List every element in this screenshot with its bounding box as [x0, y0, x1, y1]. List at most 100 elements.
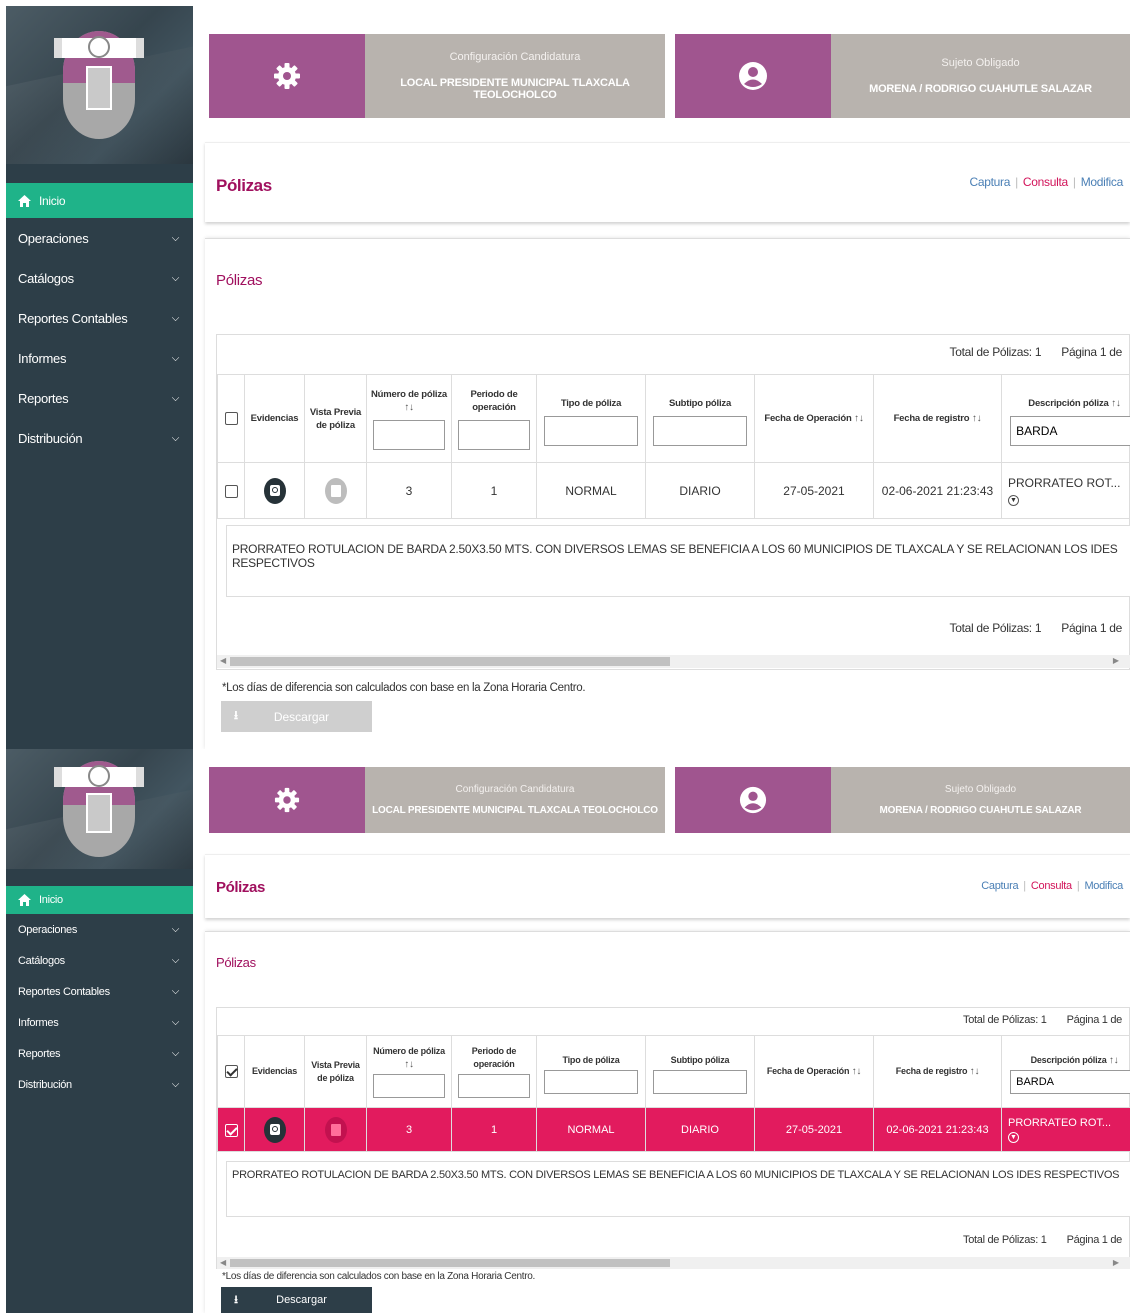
scroll-left-icon[interactable]: ◀ [220, 656, 226, 665]
chevron-down-icon: ⌵ [171, 1017, 180, 1028]
row-checkbox[interactable] [224, 484, 238, 498]
chevron-down-icon: ⌵ [171, 232, 180, 244]
periodo-filter-input[interactable] [458, 419, 530, 450]
sidebar-item-operaciones[interactable]: Operaciones ⌵ [6, 914, 193, 945]
chevron-down-icon: ⌵ [171, 272, 180, 284]
descripcion-cell: PRORRATEO ROT... ▼ [1001, 462, 1130, 519]
fecha-registro-label: Fecha de registro [893, 413, 970, 424]
document-preview-icon[interactable] [324, 1116, 347, 1143]
select-all-checkbox[interactable] [224, 1064, 238, 1078]
page-title: Pólizas [216, 176, 272, 195]
table-header: Evidencias Vista Previa de póliza Número… [217, 374, 1130, 463]
candidature-config-card: Configuración Candidatura LOCAL PRESIDEN… [209, 767, 665, 833]
scrollbar-thumb[interactable] [230, 1259, 670, 1267]
numero-filter-input[interactable] [373, 419, 445, 450]
download-button[interactable]: ⭳ Descargar [221, 1287, 372, 1313]
tipo-filter-input[interactable] [544, 1069, 638, 1094]
sidebar-item-label: Distribución [18, 430, 83, 446]
polizas-table-container: Total de Pólizas: 1 Página 1 de Evidencia… [216, 1007, 1130, 1269]
scroll-right-icon[interactable]: ▶ [1113, 1258, 1119, 1267]
expand-circle-icon[interactable]: ▼ [1008, 494, 1019, 506]
evidence-search-icon[interactable] [263, 477, 286, 504]
modifica-link[interactable]: Modifica [1081, 175, 1124, 189]
sidebar-item-operaciones[interactable]: Operaciones ⌵ [6, 218, 193, 258]
select-all-checkbox[interactable] [224, 411, 238, 425]
fecha-registro-header: Fecha de registro ↑↓ [873, 1035, 1002, 1108]
subtipo-filter-input[interactable] [653, 1069, 747, 1094]
page-indicator: Página 1 de [1061, 345, 1122, 359]
sidebar-item-label: Catálogos [18, 270, 74, 286]
horizontal-scrollbar[interactable]: ◀ ▶ [217, 655, 1130, 668]
card-title: Configuración Candidatura [449, 51, 581, 63]
subtipo-header: Subtipo póliza [645, 374, 755, 463]
sort-icon[interactable]: ↑↓ [970, 1066, 980, 1077]
sort-icon[interactable]: ↑↓ [1109, 1055, 1119, 1066]
sidebar: Inicio Operaciones ⌵ Catálogos ⌵ Reportes … [6, 749, 193, 1313]
scrollbar-thumb[interactable] [230, 657, 670, 666]
sort-icon[interactable]: ↑↓ [854, 413, 864, 424]
sidebar-item-label: Inicio [39, 193, 66, 208]
table-row-selected[interactable]: 3 1 NORMAL DIARIO 27-05-2021 02-06-2021 … [217, 1107, 1130, 1152]
row-select-cell [217, 1107, 245, 1152]
sidebar-item-inicio[interactable]: Inicio [6, 886, 193, 914]
sidebar-item-reportes-contables[interactable]: Reportes Contables ⌵ [6, 976, 193, 1007]
evidence-search-icon[interactable] [263, 1116, 286, 1143]
tipo-cell: NORMAL [536, 462, 646, 519]
sidebar-item-distribucion[interactable]: Distribución ⌵ [6, 1069, 193, 1100]
table-totals: Total de Pólizas: 1 Página 1 de [950, 345, 1123, 359]
sidebar-item-distribucion[interactable]: Distribución ⌵ [6, 418, 193, 458]
sort-icon[interactable]: ↑↓ [972, 413, 982, 424]
sidebar-item-catalogos[interactable]: Catálogos ⌵ [6, 945, 193, 976]
modifica-link[interactable]: Modifica [1084, 880, 1123, 892]
table-row[interactable]: 3 1 NORMAL DIARIO 27-05-2021 02-06-2021 … [217, 462, 1130, 519]
obligated-subject-card: Sujeto Obligado MORENA / RODRIGO CUAHUTL… [675, 767, 1130, 833]
captura-link[interactable]: Captura [981, 880, 1018, 892]
numero-filter-input[interactable] [373, 1074, 445, 1098]
sidebar-item-reportes-contables[interactable]: Reportes Contables ⌵ [6, 298, 193, 338]
scroll-right-icon[interactable]: ▶ [1113, 656, 1119, 665]
consulta-link[interactable]: Consulta [1031, 880, 1072, 892]
descripcion-filter-input[interactable] [1010, 416, 1130, 446]
row-select-cell [217, 462, 245, 519]
sidebar-item-reportes[interactable]: Reportes ⌵ [6, 378, 193, 418]
expanded-description: PRORRATEO ROTULACION DE BARDA 2.50X3.50 … [226, 525, 1130, 597]
sidebar-item-inicio[interactable]: Inicio [6, 183, 193, 218]
captura-link[interactable]: Captura [969, 175, 1010, 189]
expanded-description-text: PRORRATEO ROTULACION DE BARDA 2.50X3.50 … [232, 542, 1118, 570]
user-icon [675, 767, 831, 833]
sort-icon[interactable]: ↑↓ [852, 1066, 862, 1077]
sidebar-item-catalogos[interactable]: Catálogos ⌵ [6, 258, 193, 298]
sort-icon[interactable]: ↑↓ [371, 1058, 447, 1071]
tipo-filter-input[interactable] [544, 416, 638, 446]
document-preview-icon[interactable] [324, 477, 347, 504]
polizas-table: Evidencias Vista Previa de póliza Número… [217, 374, 1130, 519]
descripcion-filter-input[interactable] [1010, 1069, 1130, 1094]
evidencias-header: Evidencias [244, 374, 305, 463]
periodo-filter-input[interactable] [458, 1074, 530, 1098]
consulta-link[interactable]: Consulta [1023, 175, 1068, 189]
sort-icon[interactable]: ↑↓ [371, 401, 447, 414]
page-header: Pólizas Captura | Consulta | Modifica [205, 142, 1130, 222]
sidebar-item-label: Informes [18, 1016, 59, 1029]
row-checkbox[interactable] [224, 1123, 238, 1137]
descripcion-text: PRORRATEO ROT... [1008, 1116, 1112, 1129]
sidebar-item-informes[interactable]: Informes ⌵ [6, 338, 193, 378]
home-icon [18, 194, 31, 207]
sidebar-item-reportes[interactable]: Reportes ⌵ [6, 1038, 193, 1069]
descripcion-text: PRORRATEO ROT... [1008, 475, 1121, 490]
numero-label: Número de póliza [371, 388, 447, 400]
scroll-left-icon[interactable]: ◀ [220, 1258, 226, 1267]
subtipo-filter-input[interactable] [653, 416, 747, 446]
horizontal-scrollbar[interactable]: ◀ ▶ [217, 1257, 1130, 1269]
sort-icon[interactable]: ↑↓ [1111, 398, 1121, 409]
numero-cell: 3 [366, 1107, 452, 1152]
sidebar-item-label: Reportes Contables [18, 310, 128, 326]
page-indicator: Página 1 de [1066, 1234, 1123, 1246]
card-title: Sujeto Obligado [944, 784, 1017, 795]
sidebar-item-informes[interactable]: Informes ⌵ [6, 1007, 193, 1038]
total-count: Total de Pólizas: 1 [949, 621, 1042, 635]
download-button[interactable]: ⭳ Descargar [221, 701, 372, 732]
expand-circle-icon[interactable]: ▼ [1008, 1131, 1019, 1143]
tipo-header: Tipo de póliza [536, 374, 646, 463]
evidencias-cell [244, 462, 305, 519]
